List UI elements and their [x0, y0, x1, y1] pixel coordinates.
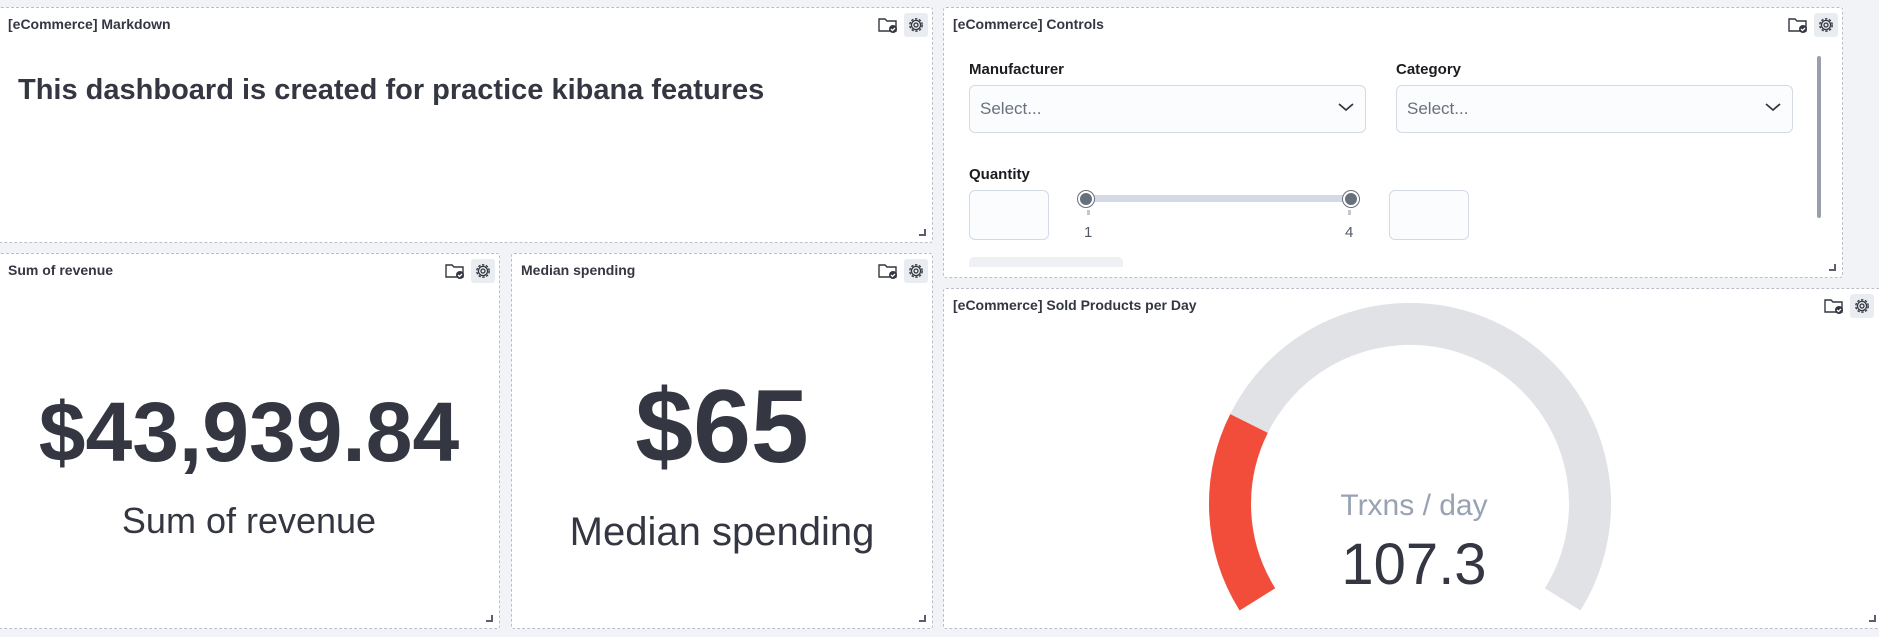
gear-icon[interactable] [904, 13, 928, 37]
slider-tick-label-max: 4 [1345, 224, 1354, 241]
manufacturer-select[interactable]: Select... [969, 85, 1366, 133]
folder-check-icon[interactable] [1786, 13, 1810, 37]
chevron-down-icon [1764, 100, 1782, 118]
quantity-slider-track[interactable] [1087, 195, 1352, 202]
quantity-label: Quantity [969, 166, 1030, 183]
markdown-panel: [eCommerce] Markdown This dashboard is c… [0, 7, 933, 243]
gear-icon[interactable] [471, 259, 495, 283]
panel-title: Median spending [521, 262, 636, 278]
controls-overflow-indicator [969, 257, 1123, 267]
slider-tick [1087, 210, 1090, 215]
quantity-slider-max-handle[interactable] [1343, 191, 1359, 207]
gauge-value: 107.3 [1341, 532, 1487, 597]
metric-value: $65 [635, 369, 809, 485]
resize-handle[interactable] [486, 615, 493, 622]
chevron-down-icon [1337, 100, 1355, 118]
gauge-label: Trxns / day [1340, 489, 1488, 522]
resize-handle[interactable] [1869, 615, 1876, 622]
folder-check-icon[interactable] [876, 259, 900, 283]
category-select-placeholder: Select... [1407, 99, 1469, 118]
panel-title: [eCommerce] Markdown [8, 16, 171, 32]
folder-check-icon[interactable] [443, 259, 467, 283]
controls-scrollbar[interactable] [1817, 56, 1821, 218]
revenue-panel: Sum of revenue $43,939.84 Sum of revenue [0, 253, 500, 629]
resize-handle[interactable] [919, 229, 926, 236]
quantity-slider-min-handle[interactable] [1078, 191, 1094, 207]
median-panel: Median spending $65 Median spending [511, 253, 933, 629]
quantity-min-input[interactable] [969, 190, 1049, 240]
gear-icon[interactable] [904, 259, 928, 283]
slider-tick [1348, 210, 1351, 215]
resize-handle[interactable] [1829, 264, 1836, 271]
markdown-heading: This dashboard is created for practice k… [18, 74, 765, 106]
gauge-panel: [eCommerce] Sold Products per Day Trxns … [943, 288, 1879, 629]
manufacturer-select-placeholder: Select... [980, 99, 1042, 118]
metric-label: Sum of revenue [121, 500, 377, 541]
metric-label: Median spending [569, 510, 875, 554]
panel-title: [eCommerce] Controls [953, 16, 1104, 32]
resize-handle[interactable] [919, 615, 926, 622]
slider-tick-label-min: 1 [1084, 224, 1093, 241]
quantity-max-input[interactable] [1389, 190, 1469, 240]
category-label: Category [1396, 61, 1462, 78]
gear-icon[interactable] [1814, 13, 1838, 37]
category-select[interactable]: Select... [1396, 85, 1793, 133]
metric-value: $43,939.84 [38, 385, 460, 479]
folder-check-icon[interactable] [876, 13, 900, 37]
panel-title: Sum of revenue [8, 262, 114, 278]
manufacturer-label: Manufacturer [969, 61, 1065, 78]
